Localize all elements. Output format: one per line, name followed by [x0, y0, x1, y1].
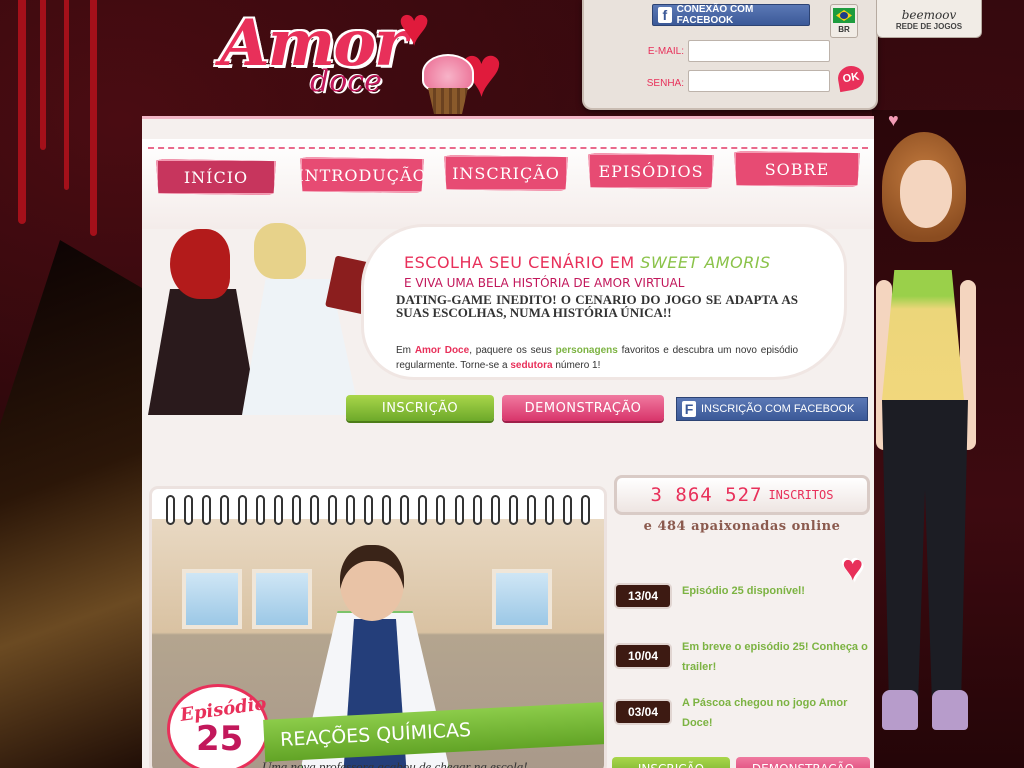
notebook-spiral [166, 495, 590, 525]
subscriber-count: 3 864 527 [650, 484, 763, 506]
news-item[interactable]: 03/04 A Páscoa chegou no jogo Amor Doce! [616, 687, 876, 733]
mascot-shoe [932, 690, 968, 730]
email-label: E-MAIL: [647, 46, 684, 57]
promo-keyword-link[interactable]: sedutora [510, 360, 552, 371]
nav-episodios[interactable]: Episódios [588, 153, 714, 189]
blood-drip-decoration [64, 0, 69, 190]
heart-icon: ♥ [398, 0, 431, 57]
heart-icon: ♥ [888, 110, 899, 130]
episode-number: 25 [196, 719, 244, 759]
red-haired-character [148, 289, 258, 415]
teacher-character-head [340, 545, 404, 621]
nav-bar: Início Introdução Inscrição Episódios So… [142, 139, 874, 229]
news-link[interactable]: A Páscoa chegou no jogo Amor Doce! [682, 693, 876, 733]
promo-title-highlight: SWEET AMORIS [640, 253, 771, 272]
classroom-window [252, 569, 312, 629]
facebook-signup-label: INSCRIÇÃO COM FACEBOOK [701, 403, 855, 415]
red-haired-character-head [170, 229, 230, 299]
blood-drip-decoration [40, 0, 46, 150]
news-link[interactable]: Em breve o episódio 25! Conheça o traile… [682, 637, 876, 677]
classroom-window [182, 569, 242, 629]
promo-title: ESCOLHA SEU CENÁRIO EM SWEET AMORIS [404, 253, 771, 272]
nav-divider [148, 147, 868, 149]
promo-body: Em Amor Doce, paquere os seus personagen… [396, 343, 798, 373]
mascot-shoe [882, 690, 918, 730]
blond-character-head [254, 223, 306, 279]
facebook-icon: f [658, 7, 672, 23]
bottom-demo-button[interactable]: DEMONSTRAÇÃO [736, 757, 870, 768]
main-content: Início Introdução Inscrição Episódios So… [142, 116, 874, 768]
nav-inscricao[interactable]: Inscrição [444, 155, 568, 191]
news-item[interactable]: 10/04 Em breve o episódio 25! Conheça o … [616, 631, 876, 677]
beemoov-network-link[interactable]: beemoov REDE DE JOGOS [876, 0, 982, 38]
news-date: 13/04 [616, 585, 670, 607]
mascot-face [900, 160, 952, 228]
episode-badge: Episódio 25 [170, 687, 268, 768]
demo-button[interactable]: DEMONSTRAÇÃO [502, 395, 664, 421]
beemoov-logo: beemoov [901, 8, 957, 22]
news-link[interactable]: Episódio 25 disponível! [682, 581, 876, 601]
blood-drip-decoration [90, 0, 97, 236]
password-field[interactable] [688, 70, 830, 92]
subscriber-counter: 3 864 527 INSCRITOS [614, 475, 870, 515]
facebook-signup-button[interactable]: f INSCRIÇÃO COM FACEBOOK [676, 397, 868, 421]
episode-teaser: Uma nova professora acabou de chegar na … [262, 759, 528, 768]
beemoov-subtitle: REDE DE JOGOS [895, 22, 963, 31]
language-code: BR [838, 25, 850, 34]
cupcake-icon [422, 54, 474, 92]
nav-sobre[interactable]: Sobre [734, 151, 860, 187]
email-field[interactable] [688, 40, 830, 62]
promo-body-text: Em [396, 345, 411, 356]
promo-body-text: , paquere os seus [469, 345, 552, 356]
password-label: SENHA: [646, 78, 684, 89]
promo-headline: DATING-GAME INEDITO! O CENARIO DO JOGO S… [396, 292, 798, 320]
bottom-signup-button[interactable]: INSCRIÇÃO [612, 757, 730, 768]
episode-card[interactable]: Episódio 25 REAÇÕES QUÍMICAS Uma nova pr… [152, 489, 604, 768]
promo-body-text: número 1! [555, 360, 601, 371]
promo-subtitle: E VIVA UMA BELA HISTÓRIA DE AMOR VIRTUAL [404, 276, 685, 290]
mascot-top [882, 270, 964, 400]
logo-word-doce: doce [310, 64, 382, 99]
facebook-connect-button[interactable]: f CONEXÃO COM FACEBOOK [652, 4, 810, 26]
brazil-flag-icon [833, 8, 855, 23]
news-date: 03/04 [616, 701, 670, 723]
nav-introducao[interactable]: Introdução [300, 157, 424, 193]
blood-drip-decoration [18, 0, 26, 224]
language-selector[interactable]: BR [830, 4, 858, 38]
mascot-jeans [882, 400, 968, 700]
promo-brand-link[interactable]: Amor Doce [415, 345, 469, 356]
mascot-girl-illustration [876, 130, 986, 768]
news-item[interactable]: 13/04 Episódio 25 disponível! [616, 581, 876, 627]
promo-keyword-link[interactable]: personagens [556, 345, 618, 356]
online-count: e 484 apaixonadas online [643, 519, 841, 534]
cupcake-base-icon [428, 88, 468, 114]
login-ok-button[interactable]: OK [836, 63, 866, 93]
site-logo[interactable]: Amor doce ♥ ♥ [210, 0, 530, 116]
promo-characters-illustration [142, 219, 382, 415]
nav-inicio[interactable]: Início [156, 159, 276, 195]
subscriber-label: INSCRITOS [768, 488, 834, 502]
facebook-icon: f [682, 401, 696, 417]
news-date: 10/04 [616, 645, 670, 667]
facebook-connect-label: CONEXÃO COM FACEBOOK [676, 4, 754, 26]
signup-button[interactable]: INSCRIÇÃO [346, 395, 494, 421]
promo-title-prefix: ESCOLHA SEU CENÁRIO EM [404, 253, 635, 272]
classroom-window [492, 569, 552, 629]
